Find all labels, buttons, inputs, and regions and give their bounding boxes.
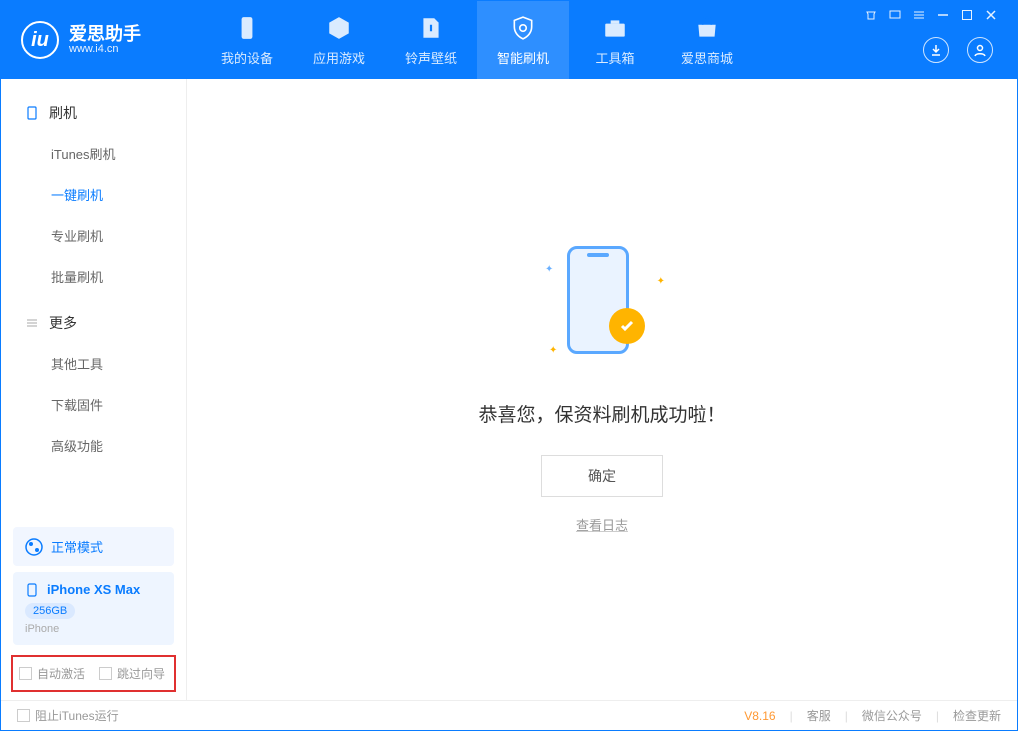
footer: 阻止iTunes运行 V8.16 | 客服 | 微信公众号 | 检查更新 [1,700,1017,730]
tab-smart-flash[interactable]: 智能刷机 [477,1,569,79]
tab-label: 铃声壁纸 [405,48,457,67]
device-type: iPhone [25,623,162,635]
sidebar-item-batch-flash[interactable]: 批量刷机 [1,256,186,297]
toolbox-icon [601,14,629,42]
brand-title: 爱思助手 [69,25,141,43]
confirm-button[interactable]: 确定 [541,455,663,497]
sparkle-icon: ✦ [549,345,557,356]
app-logo-icon: iu [21,21,59,59]
tab-toolbox[interactable]: 工具箱 [569,1,661,79]
music-file-icon [417,14,445,42]
close-icon[interactable] [985,9,997,24]
device-info-box[interactable]: iPhone XS Max 256GB iPhone [13,572,174,645]
sidebar-item-download-firmware[interactable]: 下载固件 [1,384,186,425]
sidebar: 刷机 iTunes刷机 一键刷机 专业刷机 批量刷机 更多 其他工具 下载固件 … [1,79,187,700]
checkbox-icon [99,667,112,680]
maximize-icon[interactable] [961,9,973,24]
checkbox-label: 自动激活 [37,665,85,682]
checkbox-skip-guide[interactable]: 跳过向导 [99,665,165,682]
checkbox-label: 跳过向导 [117,665,165,682]
tab-label: 爱思商城 [681,48,733,67]
success-illustration: ✦ ✦ ✦ [527,246,677,376]
sidebar-item-pro-flash[interactable]: 专业刷机 [1,215,186,256]
sidebar-section-more: 更多 其他工具 下载固件 高级功能 [1,303,186,472]
checkmark-badge-icon [609,308,645,344]
list-icon [25,316,39,330]
checkbox-icon [19,667,32,680]
success-message: 恭喜您，保资料刷机成功啦！ [478,400,725,427]
feedback-icon[interactable] [889,9,901,24]
main-content: ✦ ✦ ✦ 恭喜您，保资料刷机成功啦！ 确定 查看日志 [187,79,1017,700]
user-icons [923,37,1007,79]
sparkle-icon: ✦ [657,276,665,287]
separator: | [845,709,848,723]
user-icon[interactable] [967,37,993,63]
sidebar-header-flash: 刷机 [1,93,186,133]
checkbox-block-itunes[interactable]: 阻止iTunes运行 [17,707,119,724]
sidebar-item-advanced[interactable]: 高级功能 [1,425,186,466]
checkbox-label: 阻止iTunes运行 [35,707,119,724]
logo-text: 爱思助手 www.i4.cn [69,25,141,55]
tab-store[interactable]: 爱思商城 [661,1,753,79]
tab-label: 应用游戏 [313,48,365,67]
shield-refresh-icon [509,14,537,42]
footer-link-update[interactable]: 检查更新 [953,707,1001,724]
separator: | [790,709,793,723]
sidebar-item-other-tools[interactable]: 其他工具 [1,343,186,384]
separator: | [936,709,939,723]
status-icon [25,538,43,556]
highlighted-checkbox-row: 自动激活 跳过向导 [11,655,176,692]
app-header: iu 爱思助手 www.i4.cn 我的设备 应用游戏 铃声壁纸 智能刷机 工具… [1,1,1017,79]
checkbox-icon [17,709,30,722]
download-icon[interactable] [923,37,949,63]
phone-icon [25,106,39,120]
menu-icon[interactable] [913,9,925,24]
sidebar-header-more: 更多 [1,303,186,343]
store-icon [693,14,721,42]
tab-label: 工具箱 [595,48,634,67]
sparkle-icon: ✦ [545,264,553,275]
sidebar-section-label: 刷机 [49,103,77,123]
view-log-link[interactable]: 查看日志 [576,515,628,534]
logo-area: iu 爱思助手 www.i4.cn [1,21,201,59]
device-name: iPhone XS Max [47,582,140,597]
footer-link-support[interactable]: 客服 [807,707,831,724]
app-body: 刷机 iTunes刷机 一键刷机 专业刷机 批量刷机 更多 其他工具 下载固件 … [1,79,1017,700]
header-right [865,1,1007,79]
sidebar-section-flash: 刷机 iTunes刷机 一键刷机 专业刷机 批量刷机 [1,93,186,303]
sidebar-item-itunes-flash[interactable]: iTunes刷机 [1,133,186,174]
window-controls [865,1,1007,24]
footer-right: V8.16 | 客服 | 微信公众号 | 检查更新 [744,707,1001,724]
sidebar-section-label: 更多 [49,313,77,333]
version-label: V8.16 [744,709,775,723]
tab-label: 智能刷机 [497,48,549,67]
tab-label: 我的设备 [221,48,273,67]
sidebar-bottom: 正常模式 iPhone XS Max 256GB iPhone 自动激活 跳过向… [1,521,186,700]
cube-icon [325,14,353,42]
skin-icon[interactable] [865,9,877,24]
nav-tabs: 我的设备 应用游戏 铃声壁纸 智能刷机 工具箱 爱思商城 [201,1,753,79]
device-icon [233,14,261,42]
tab-ringtones-wallpaper[interactable]: 铃声壁纸 [385,1,477,79]
brand-subtitle: www.i4.cn [69,43,141,55]
tab-my-device[interactable]: 我的设备 [201,1,293,79]
minimize-icon[interactable] [937,9,949,24]
status-label: 正常模式 [51,537,103,556]
sidebar-item-oneclick-flash[interactable]: 一键刷机 [1,174,186,215]
device-name-row: iPhone XS Max [25,582,162,597]
footer-link-wechat[interactable]: 微信公众号 [862,707,922,724]
checkbox-auto-activate[interactable]: 自动激活 [19,665,85,682]
phone-small-icon [25,583,39,597]
device-mode-status[interactable]: 正常模式 [13,527,174,566]
device-storage: 256GB [25,603,75,619]
tab-apps-games[interactable]: 应用游戏 [293,1,385,79]
